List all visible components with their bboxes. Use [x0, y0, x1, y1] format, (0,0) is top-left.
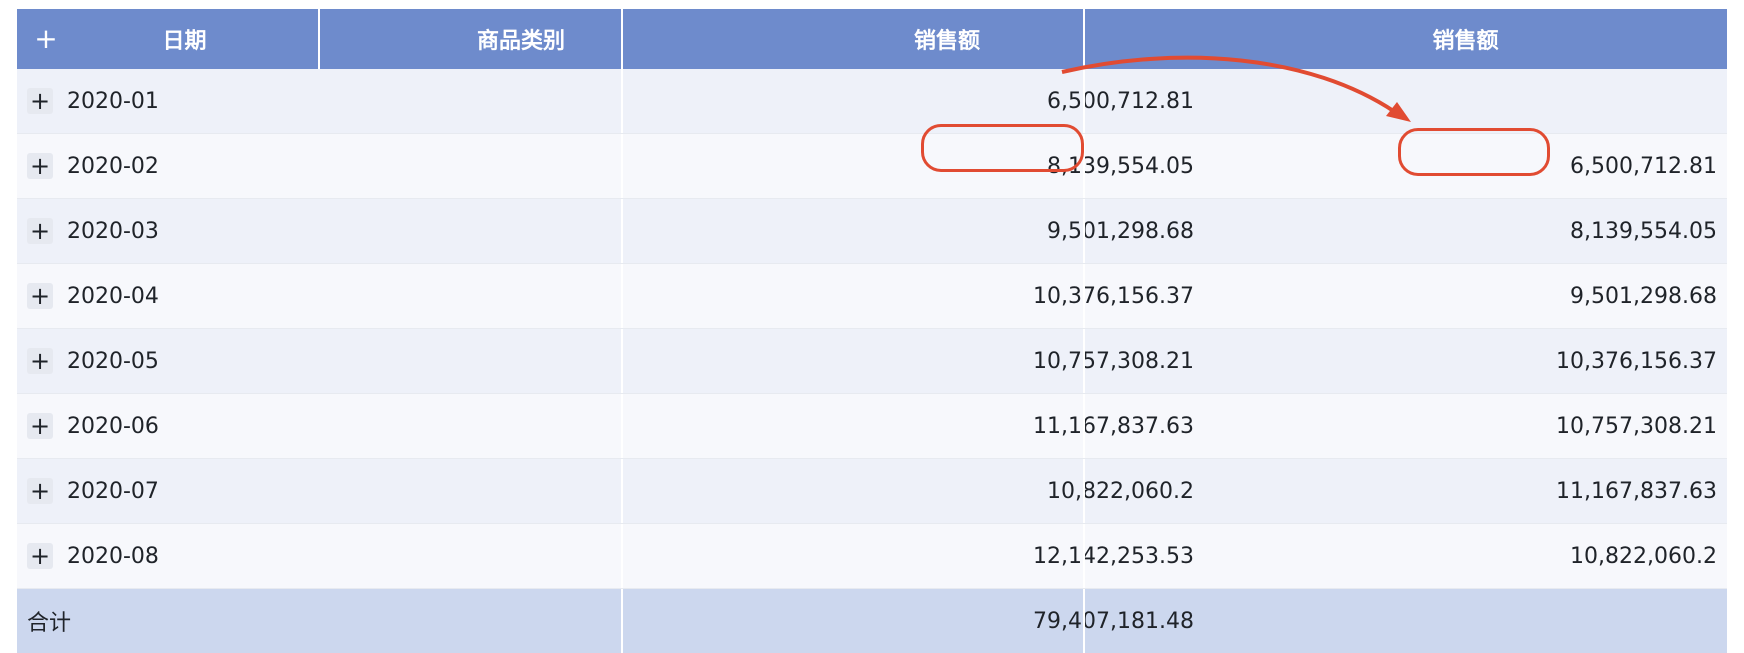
- table-row: +2020-06 11,167,837.63 10,757,308.21: [17, 394, 1727, 459]
- column-divider: [1083, 9, 1085, 69]
- table-row: +2020-08 12,142,253.53 10,822,060.2: [17, 524, 1727, 589]
- column-divider: [621, 394, 623, 458]
- date-cell: +2020-08: [17, 524, 352, 588]
- column-divider: [621, 199, 623, 263]
- table-row: +2020-03 9,501,298.68 8,139,554.05: [17, 199, 1727, 264]
- column-divider: [621, 264, 623, 328]
- sales-cell: 11,167,837.63: [1033, 413, 1194, 439]
- column-divider: [1083, 264, 1085, 328]
- expand-row-button[interactable]: +: [27, 283, 53, 309]
- table-row: +2020-07 10,822,060.2 11,167,837.63: [17, 459, 1727, 524]
- total-sales-prev: [1204, 589, 1727, 653]
- expand-row-button[interactable]: +: [27, 88, 53, 114]
- category-cell: [352, 524, 690, 588]
- sales-prev-cell: 9,501,298.68: [1570, 283, 1717, 309]
- sales-prev-cell: 10,822,060.2: [1570, 543, 1717, 569]
- sales-prev-cell: 11,167,837.63: [1556, 478, 1717, 504]
- category-cell: [352, 134, 690, 198]
- sales-prev-cell: 8,139,554.05: [1570, 218, 1717, 244]
- expand-row-button[interactable]: +: [27, 413, 53, 439]
- date-value: 2020-05: [67, 348, 159, 374]
- sales-cell: 6,500,712.81: [1047, 88, 1194, 114]
- date-value: 2020-04: [67, 283, 159, 309]
- date-value: 2020-07: [67, 478, 159, 504]
- category-cell: [352, 264, 690, 328]
- sales-cell: 12,142,253.53: [1033, 543, 1194, 569]
- column-divider: [621, 524, 623, 588]
- date-cell: +2020-04: [17, 264, 352, 328]
- column-divider: [1083, 589, 1085, 653]
- table-row: +2020-04 10,376,156.37 9,501,298.68: [17, 264, 1727, 329]
- column-divider: [621, 69, 623, 133]
- sales-prev-cell: 10,376,156.37: [1556, 348, 1717, 374]
- date-cell: +2020-06: [17, 394, 352, 458]
- date-cell: +2020-02: [17, 134, 352, 198]
- sales-prev-cell: 10,757,308.21: [1556, 413, 1717, 439]
- date-cell: +2020-03: [17, 199, 352, 263]
- category-cell: [352, 394, 690, 458]
- date-value: 2020-02: [67, 153, 159, 179]
- expand-row-button[interactable]: +: [27, 218, 53, 244]
- date-value: 2020-06: [67, 413, 159, 439]
- date-cell: +2020-07: [17, 459, 352, 523]
- table-row: +2020-02 8,139,554.05 6,500,712.81: [17, 134, 1727, 199]
- total-sales: 79,407,181.48: [1033, 608, 1194, 634]
- header-date[interactable]: 日期: [17, 9, 352, 69]
- category-cell: [352, 329, 690, 393]
- column-divider: [1083, 459, 1085, 523]
- category-cell: [352, 459, 690, 523]
- category-cell: [352, 199, 690, 263]
- sales-cell: 10,376,156.37: [1033, 283, 1194, 309]
- date-value: 2020-08: [67, 543, 159, 569]
- date-value: 2020-01: [67, 88, 159, 114]
- date-cell: +2020-01: [17, 69, 352, 133]
- sales-cell: 10,822,060.2: [1047, 478, 1194, 504]
- column-divider: [1083, 69, 1085, 133]
- total-row: 合计 79,407,181.48: [17, 589, 1727, 653]
- header-sales-prev[interactable]: 销售额: [1204, 9, 1727, 69]
- sales-cell: 8,139,554.05: [1047, 153, 1194, 179]
- sales-prev-cell: 6,500,712.81: [1570, 153, 1717, 179]
- column-divider: [1083, 394, 1085, 458]
- date-value: 2020-03: [67, 218, 159, 244]
- column-divider: [621, 134, 623, 198]
- header-category[interactable]: 商品类别: [352, 9, 690, 69]
- sales-table: + 日期 商品类别 销售额 销售额 +2020-01 6,500,712.81 +2…: [17, 9, 1727, 653]
- table-row: +2020-01 6,500,712.81: [17, 69, 1727, 134]
- column-divider: [1083, 524, 1085, 588]
- column-divider: [621, 329, 623, 393]
- column-divider: [1083, 329, 1085, 393]
- column-divider: [1083, 199, 1085, 263]
- column-divider: [621, 9, 623, 69]
- total-label: 合计: [27, 611, 72, 636]
- column-divider: [621, 459, 623, 523]
- column-divider: [318, 9, 320, 69]
- column-divider: [1083, 134, 1085, 198]
- expand-row-button[interactable]: +: [27, 543, 53, 569]
- expand-row-button[interactable]: +: [27, 478, 53, 504]
- column-divider: [621, 589, 623, 653]
- expand-row-button[interactable]: +: [27, 153, 53, 179]
- table-row: +2020-05 10,757,308.21 10,376,156.37: [17, 329, 1727, 394]
- category-cell: [352, 69, 690, 133]
- expand-row-button[interactable]: +: [27, 348, 53, 374]
- sales-prev-cell: [1204, 69, 1727, 133]
- date-cell: +2020-05: [17, 329, 352, 393]
- header-sales[interactable]: 销售额: [690, 9, 1204, 69]
- sales-cell: 9,501,298.68: [1047, 218, 1194, 244]
- table-header: + 日期 商品类别 销售额 销售额: [17, 9, 1727, 69]
- sales-cell: 10,757,308.21: [1033, 348, 1194, 374]
